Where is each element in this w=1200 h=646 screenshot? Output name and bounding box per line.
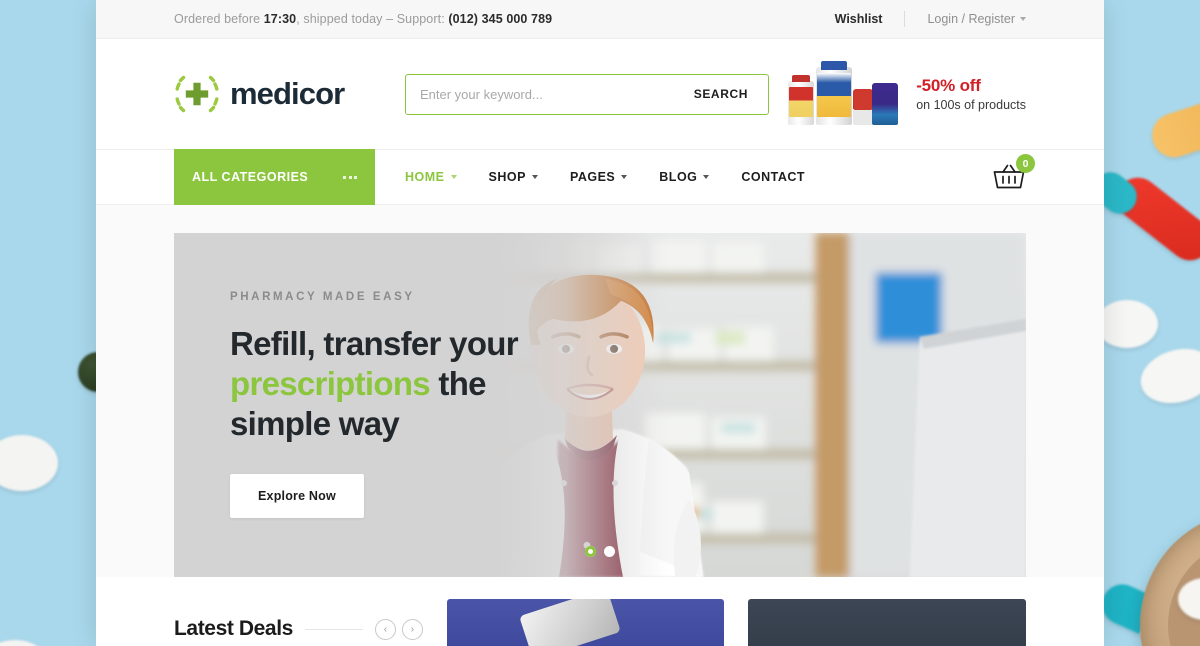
chevron-down-icon bbox=[531, 175, 538, 179]
nav-item-contact-label: CONTACT bbox=[741, 170, 806, 184]
site-header: medicor SEARCH bbox=[96, 39, 1104, 149]
chevron-down-icon bbox=[450, 175, 457, 179]
hero-eyebrow: PHARMACY MADE EASY bbox=[230, 291, 415, 303]
primary-menu: HOME SHOP PAGES BLOG CONTACT bbox=[389, 150, 821, 204]
search-input[interactable] bbox=[406, 74, 684, 114]
notice-prefix: Ordered before bbox=[174, 12, 264, 26]
hero-title-line-1: Refill, transfer your bbox=[230, 325, 519, 362]
medicor-cross-logo-icon bbox=[174, 71, 220, 117]
hero-content: PHARMACY MADE EASY Refill, transfer your… bbox=[230, 291, 519, 518]
promo-text: -50% off on 100s of products bbox=[916, 76, 1026, 112]
deals-prev-arrow-icon[interactable]: ‹ bbox=[374, 618, 396, 640]
nav-item-pages-label: PAGES bbox=[569, 170, 616, 184]
nav-item-shop-label: SHOP bbox=[488, 170, 526, 184]
promo-subline: on 100s of products bbox=[916, 98, 1026, 112]
deal-banner-dark[interactable] bbox=[748, 599, 1026, 646]
hero-title-line-2: prescriptions the bbox=[230, 364, 518, 404]
top-account-links: Wishlist Login / Register bbox=[835, 11, 1026, 27]
search-button[interactable]: SEARCH bbox=[684, 75, 768, 114]
chevron-down-icon bbox=[703, 175, 710, 179]
nav-item-home-label: HOME bbox=[405, 170, 445, 184]
hero-title-line-3: simple way bbox=[230, 405, 400, 442]
promo-headline: -50% off bbox=[916, 76, 981, 95]
notice-middle: , shipped today – Support: bbox=[296, 12, 449, 26]
deals-carousel-arrows: ‹ › bbox=[374, 618, 423, 640]
nav-item-blog[interactable]: BLOG bbox=[643, 170, 725, 184]
main-navigation-bar: ALL CATEGORIES HOME SHOP PAGES BLOG CONT… bbox=[96, 149, 1104, 205]
page-root: Ordered before 17:30, shipped today – Su… bbox=[0, 0, 1200, 646]
deals-next-arrow-icon[interactable]: › bbox=[401, 618, 423, 640]
deals-title-rule bbox=[304, 628, 363, 630]
deal-banner-product-image bbox=[519, 599, 622, 646]
hero-dot-1[interactable] bbox=[585, 546, 596, 557]
hero-title: Refill, transfer your prescriptions the … bbox=[230, 324, 519, 444]
nav-item-blog-label: BLOG bbox=[659, 170, 698, 184]
categories-dots-icon bbox=[343, 175, 357, 179]
latest-deals-section: Latest Deals ‹ › bbox=[96, 577, 1104, 646]
nav-item-pages[interactable]: PAGES bbox=[554, 170, 643, 184]
brand-name: medicor bbox=[230, 76, 345, 111]
top-announcement-bar: Ordered before 17:30, shipped today – Su… bbox=[96, 0, 1104, 39]
all-categories-label: ALL CATEGORIES bbox=[192, 170, 309, 184]
shipping-notice: Ordered before 17:30, shipped today – Su… bbox=[174, 12, 552, 26]
hero-slider-pagination bbox=[585, 546, 615, 557]
support-phone: (012) 345 000 789 bbox=[448, 12, 553, 26]
all-categories-button[interactable]: ALL CATEGORIES bbox=[174, 149, 375, 205]
notice-cutoff-time: 17:30 bbox=[263, 12, 297, 26]
hero-slide: PHARMACY MADE EASY Refill, transfer your… bbox=[174, 233, 1026, 577]
login-register-label: Login / Register bbox=[927, 12, 1015, 26]
site-container: Ordered before 17:30, shipped today – Su… bbox=[96, 0, 1104, 646]
hero-dot-2[interactable] bbox=[604, 546, 615, 557]
promo-products-image bbox=[780, 61, 902, 125]
login-register-link[interactable]: Login / Register bbox=[905, 12, 1026, 26]
explore-now-button[interactable]: Explore Now bbox=[230, 474, 364, 518]
cart-button[interactable]: 0 bbox=[992, 150, 1035, 204]
hero-slider-section: PHARMACY MADE EASY Refill, transfer your… bbox=[96, 205, 1104, 577]
hero-title-line-2-rest: the bbox=[429, 365, 486, 402]
nav-item-home[interactable]: HOME bbox=[389, 170, 473, 184]
search-box: SEARCH bbox=[405, 73, 769, 115]
nav-item-contact[interactable]: CONTACT bbox=[725, 170, 821, 184]
wishlist-link[interactable]: Wishlist bbox=[835, 12, 905, 26]
nav-item-shop[interactable]: SHOP bbox=[473, 170, 554, 184]
deal-banner-blue[interactable] bbox=[446, 599, 725, 646]
promo-banner[interactable]: -50% off on 100s of products bbox=[780, 61, 1026, 125]
chevron-down-icon bbox=[621, 175, 628, 179]
chevron-down-icon bbox=[1020, 17, 1026, 21]
latest-deals-title: Latest Deals bbox=[174, 617, 293, 640]
deals-banner-row bbox=[446, 599, 1026, 646]
brand-logo[interactable]: medicor bbox=[174, 71, 389, 117]
cart-count-badge: 0 bbox=[1016, 154, 1035, 173]
hero-title-highlight: prescriptions bbox=[230, 365, 431, 402]
